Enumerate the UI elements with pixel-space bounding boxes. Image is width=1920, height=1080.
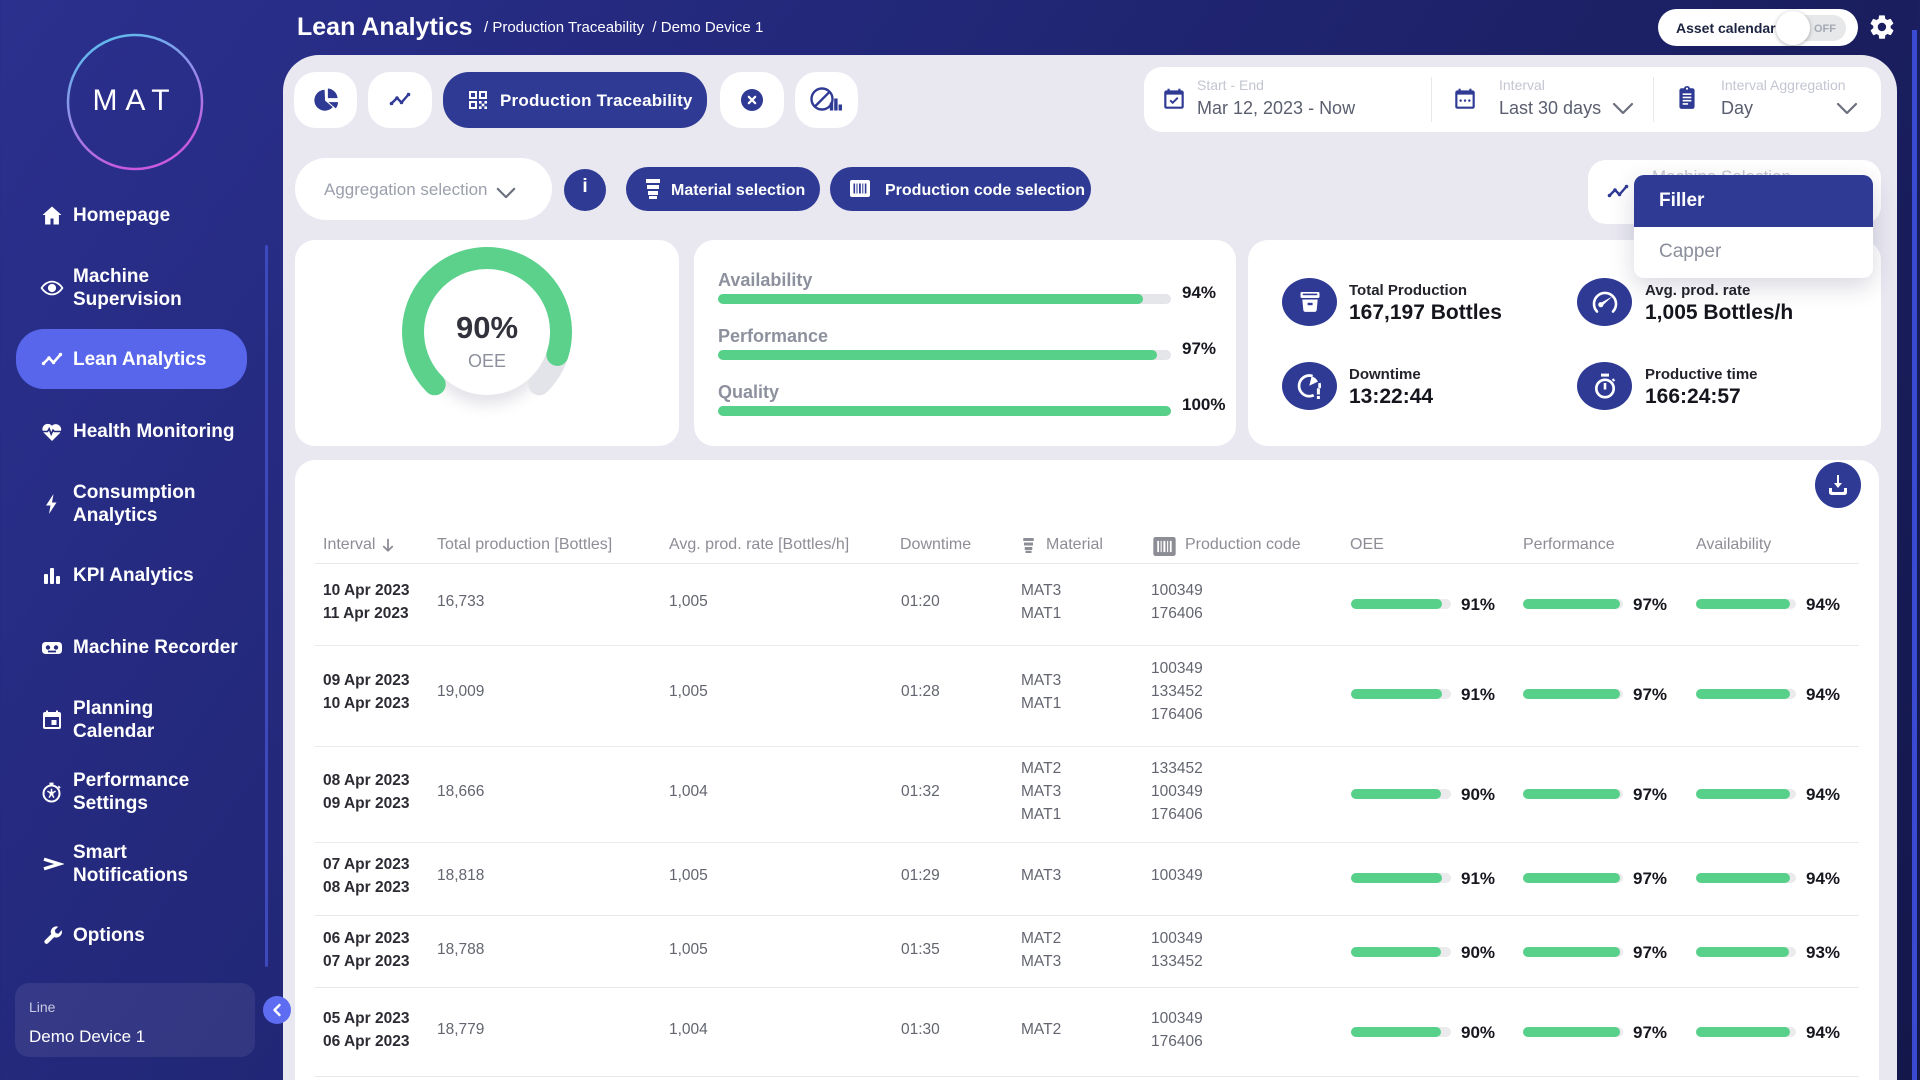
svg-text:MAT: MAT [92,84,177,117]
